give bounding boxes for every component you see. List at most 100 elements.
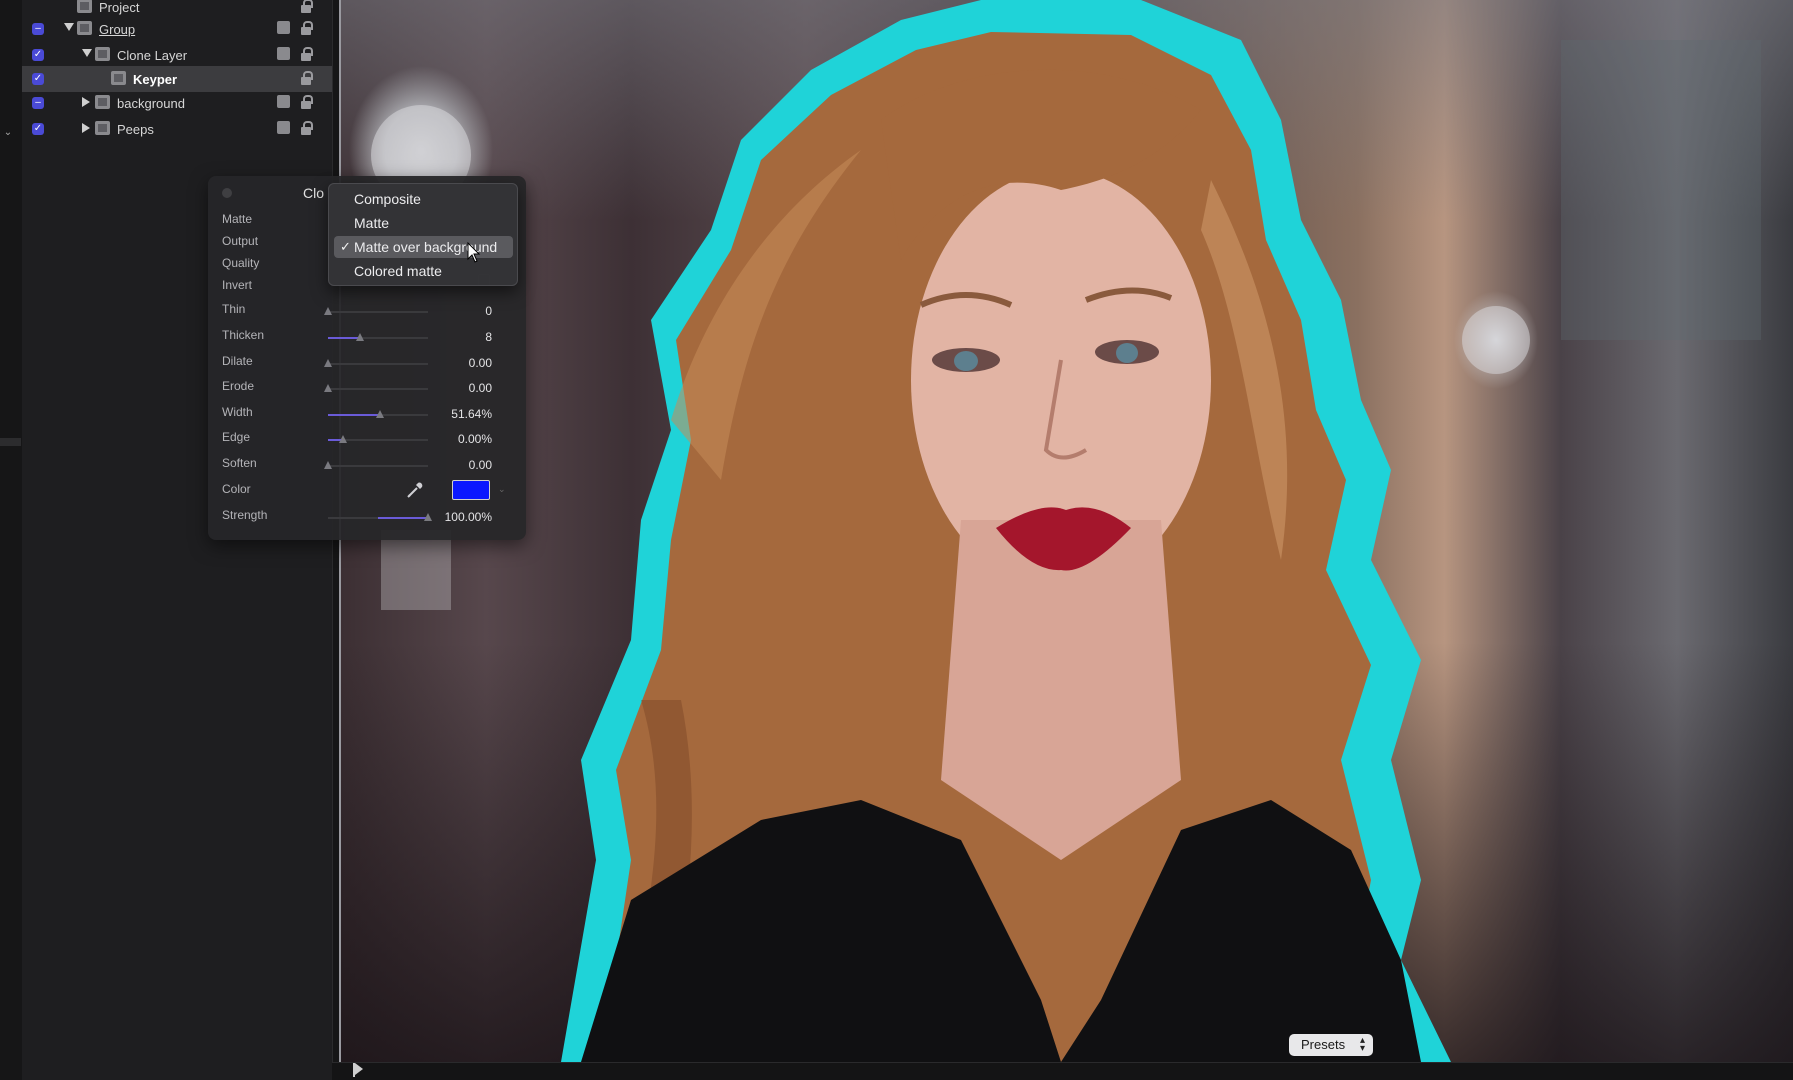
slider-knob[interactable] <box>424 513 432 521</box>
param-value-erode[interactable]: 0.00 <box>469 381 492 395</box>
disclosure-open-icon[interactable] <box>64 23 74 31</box>
menu-item-composite[interactable]: Composite <box>334 188 513 210</box>
layer-row[interactable]: ✓ Keyper <box>22 66 332 92</box>
lock-icon[interactable] <box>300 0 313 13</box>
param-value-edge[interactable]: 0.00% <box>458 432 492 446</box>
param-slider-width[interactable] <box>328 410 428 418</box>
portrait-photo <box>371 0 1761 1062</box>
param-value-dilate[interactable]: 0.00 <box>469 356 492 370</box>
param-slider-thin[interactable] <box>324 307 428 315</box>
param-label-thicken: Thicken <box>222 328 265 342</box>
canvas-viewer[interactable] <box>341 0 1793 1062</box>
layer-icon <box>111 71 126 85</box>
layer-visibility-checkbox[interactable]: ✓ <box>32 73 44 85</box>
param-label-soften: Soften <box>222 456 257 470</box>
layer-icon <box>77 21 92 35</box>
layer-visibility-checkbox[interactable]: – <box>32 23 44 35</box>
hud-title: Clo <box>303 185 325 201</box>
layer-name: Clone Layer <box>117 48 188 63</box>
output-popup-menu[interactable]: Composite Matte ✓ Matte over background Colo… <box>328 183 518 286</box>
slider-knob[interactable] <box>324 384 332 392</box>
layer-row[interactable]: ✓ Clone Layer <box>22 42 332 68</box>
lock-icon[interactable] <box>300 71 313 85</box>
param-label-invert: Invert <box>222 278 253 292</box>
param-label-strength: Strength <box>222 508 268 522</box>
color-swatch[interactable] <box>452 480 490 500</box>
layer-row[interactable]: ✓ Peeps <box>22 116 332 142</box>
slider-knob[interactable] <box>356 333 364 341</box>
lock-icon[interactable] <box>300 95 313 109</box>
slider-knob[interactable] <box>339 435 347 443</box>
play-icon[interactable] <box>355 1063 363 1075</box>
slider-fill <box>378 517 428 519</box>
layer-mask-icon[interactable] <box>277 47 290 60</box>
layer-name: Peeps <box>117 122 154 137</box>
param-label-erode: Erode <box>222 379 255 393</box>
layer-icon <box>95 95 110 109</box>
lock-icon[interactable] <box>300 47 313 61</box>
layers-panel <box>0 0 332 1080</box>
layer-name: Keyper <box>133 72 178 87</box>
param-value-soften[interactable]: 0.00 <box>469 458 492 472</box>
menu-item-label: Colored matte <box>354 263 442 279</box>
param-label-edge: Edge <box>222 430 251 444</box>
layer-visibility-checkbox[interactable]: – <box>32 97 44 109</box>
layer-visibility-checkbox[interactable]: ✓ <box>32 49 44 61</box>
close-icon[interactable] <box>222 188 232 198</box>
disclosure-closed-icon[interactable] <box>82 123 90 133</box>
chevron-down-icon[interactable]: ⌄ <box>0 125 16 141</box>
presets-label: Presets <box>1301 1037 1346 1052</box>
menu-item-label: Matte <box>354 215 390 231</box>
layer-row[interactable]: – Group <box>22 16 332 42</box>
layer-name: Project <box>99 0 140 15</box>
param-slider-dilate[interactable] <box>324 359 428 367</box>
slider-knob[interactable] <box>324 359 332 367</box>
layer-mask-icon[interactable] <box>277 121 290 134</box>
param-slider-erode[interactable] <box>324 384 428 392</box>
param-slider-edge[interactable] <box>328 435 428 443</box>
slider-knob[interactable] <box>324 307 332 315</box>
lock-icon[interactable] <box>300 21 313 35</box>
updown-chevron-icon: ▴ ▾ <box>1359 1035 1365 1054</box>
menu-item-matte[interactable]: Matte <box>334 212 513 234</box>
param-label-width: Width <box>222 405 253 419</box>
layer-name: background <box>117 96 185 111</box>
param-slider-strength[interactable] <box>328 513 432 521</box>
param-value-thin[interactable]: 0 <box>485 304 492 318</box>
param-label-matte: Matte <box>222 212 253 226</box>
layers-gutter <box>0 0 22 1080</box>
slider-knob[interactable] <box>324 461 332 469</box>
layer-name: Group <box>99 22 136 37</box>
param-slider-soften[interactable] <box>324 461 428 469</box>
cursor-icon <box>467 242 481 263</box>
disclosure-open-icon[interactable] <box>82 49 92 57</box>
layer-mask-icon[interactable] <box>277 95 290 108</box>
panel-handle[interactable] <box>0 438 21 446</box>
param-label-dilate: Dilate <box>222 354 253 368</box>
eyedropper-icon[interactable] <box>406 481 424 499</box>
param-value-strength[interactable]: 100.00% <box>445 510 492 524</box>
layer-icon <box>95 121 110 135</box>
layer-icon <box>95 47 110 61</box>
param-value-width[interactable]: 51.64% <box>451 407 492 421</box>
param-value-thicken[interactable]: 8 <box>485 330 492 344</box>
menu-item-colored-matte[interactable]: Colored matte <box>334 260 513 282</box>
layer-icon <box>77 0 92 13</box>
param-label-thin: Thin <box>222 302 246 316</box>
lock-icon[interactable] <box>300 121 313 135</box>
layer-visibility-checkbox[interactable]: ✓ <box>32 123 44 135</box>
layer-mask-icon[interactable] <box>277 21 290 34</box>
presets-button[interactable]: Presets ▴ ▾ <box>1289 1034 1373 1056</box>
param-label-color: Color <box>222 482 251 496</box>
slider-knob[interactable] <box>376 410 384 418</box>
layer-row[interactable]: – background <box>22 90 332 116</box>
checkmark-icon: ✓ <box>340 239 351 254</box>
param-label-quality: Quality <box>222 256 260 270</box>
disclosure-closed-icon[interactable] <box>82 97 90 107</box>
param-slider-thicken[interactable] <box>328 333 428 341</box>
chevron-down-icon[interactable]: ⌄ <box>498 484 506 495</box>
timeline-strip[interactable] <box>332 1062 1793 1080</box>
slider-fill <box>328 414 380 416</box>
param-label-output: Output <box>222 234 259 248</box>
menu-item-matte-over-background[interactable]: ✓ Matte over background <box>334 236 513 258</box>
